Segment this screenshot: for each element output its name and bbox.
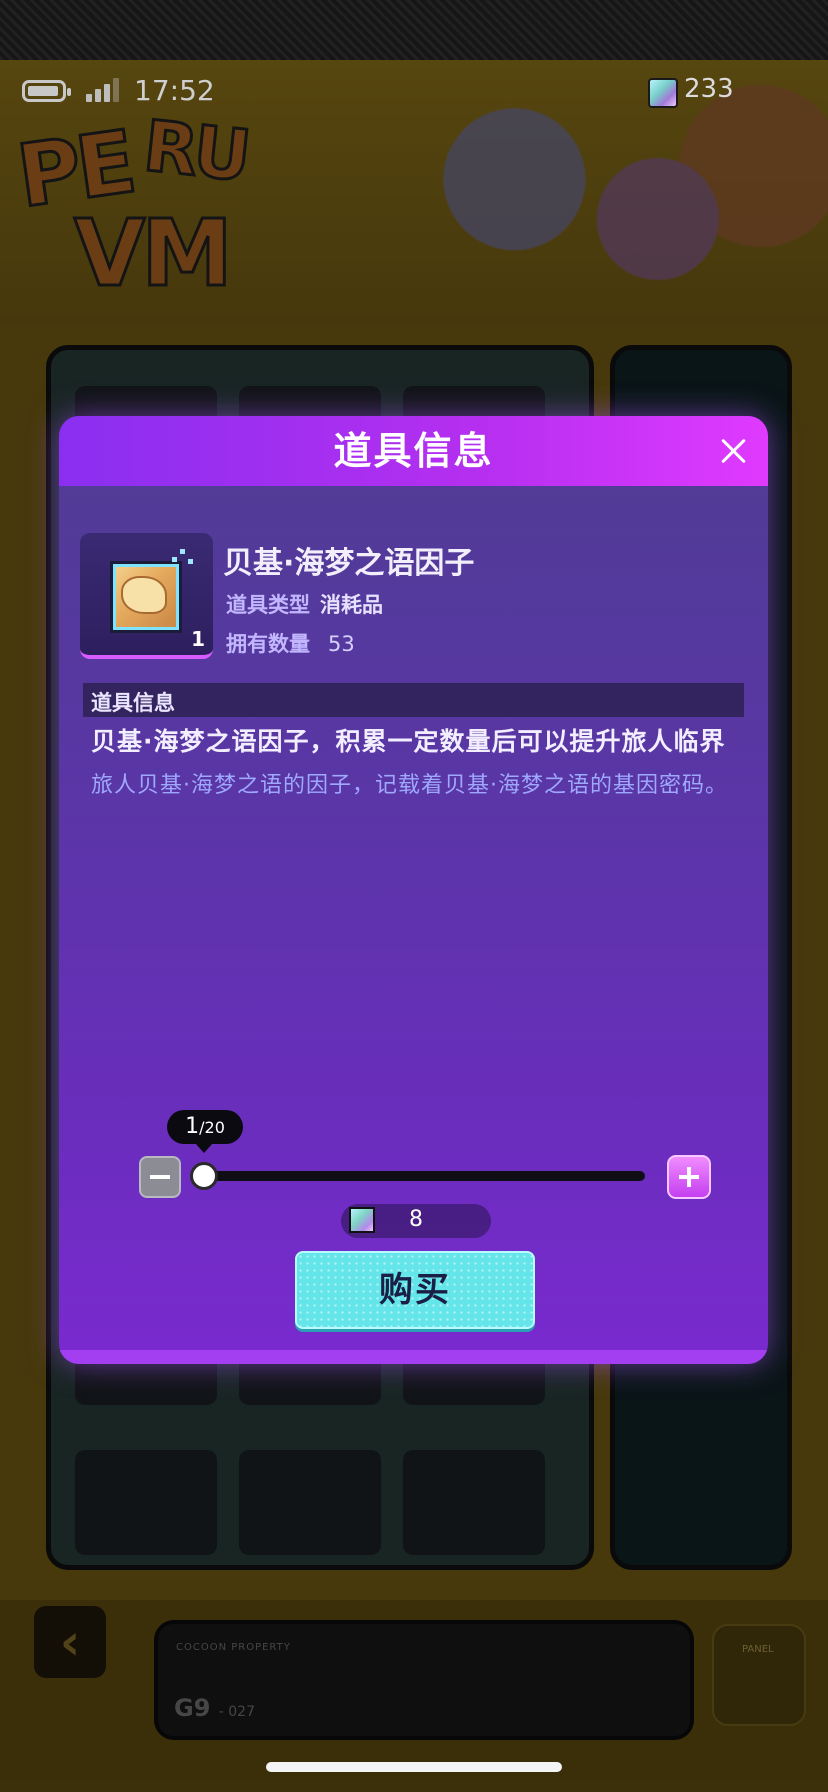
- status-bar: 17:52 233: [0, 74, 828, 114]
- quantity-tooltip: 1/20: [167, 1110, 243, 1153]
- increase-button[interactable]: [667, 1155, 711, 1199]
- buy-button-label: 购买: [379, 1270, 451, 1310]
- item-type-row: 道具类型 消耗品: [226, 589, 383, 619]
- factor-item-icon: [110, 561, 182, 633]
- clock: 17:52: [134, 74, 215, 107]
- item-name: 贝基·海梦之语因子: [223, 546, 475, 581]
- item-thumbnail: 1: [80, 533, 213, 659]
- price-display: 8: [341, 1204, 491, 1238]
- owned-count-row: 拥有数量 53: [226, 628, 355, 658]
- sparkle-icon: [172, 557, 177, 562]
- description-sub: 旅人贝基·海梦之语的因子，记载着贝基·海梦之语的基因密码。: [91, 773, 728, 798]
- gem-icon: [648, 78, 678, 108]
- description-main: 贝基·海梦之语因子，积累一定数量后可以提升旅人临界: [91, 727, 726, 756]
- sparkle-icon: [180, 549, 185, 554]
- signal-icon: [86, 78, 119, 102]
- item-type-label: 道具类型: [226, 593, 310, 617]
- item-info-modal: 道具信息 1 贝基·海梦之语因子 道具类型 消耗品 拥有数量 53 道具信息 贝基·…: [59, 416, 768, 1364]
- section-title: 道具信息: [91, 691, 175, 715]
- section-header: 道具信息: [83, 683, 744, 717]
- item-type-value: 消耗品: [320, 593, 383, 617]
- home-indicator[interactable]: [266, 1762, 562, 1772]
- currency-count: 233: [684, 74, 734, 104]
- owned-count-label: 拥有数量: [226, 632, 310, 656]
- close-icon[interactable]: [716, 433, 752, 469]
- quantity-slider-track[interactable]: [195, 1171, 645, 1181]
- sparkle-icon: [188, 559, 193, 564]
- price-value: 8: [409, 1207, 423, 1232]
- decrease-button[interactable]: [139, 1156, 181, 1198]
- thumbnail-count: 1: [191, 627, 205, 651]
- owned-count-value: 53: [328, 632, 355, 656]
- buy-button[interactable]: 购买: [295, 1251, 535, 1329]
- battery-icon: [22, 80, 71, 102]
- quantity-slider-handle[interactable]: [190, 1162, 218, 1190]
- modal-title: 道具信息: [333, 429, 494, 473]
